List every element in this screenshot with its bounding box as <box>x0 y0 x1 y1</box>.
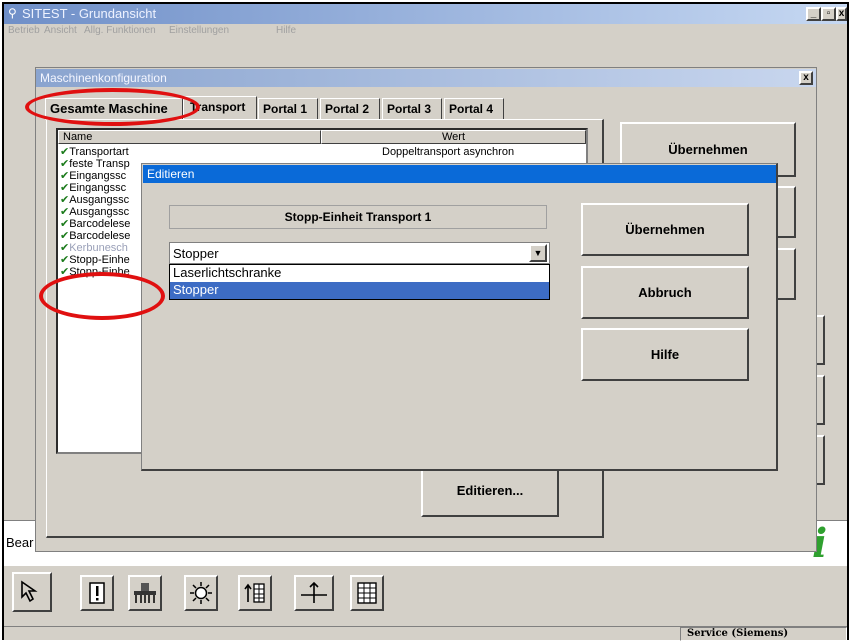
check-icon: ✔ <box>60 242 70 254</box>
table-row[interactable]: ✔Transportart Doppeltransport asynchron <box>60 146 584 158</box>
config-dialog-title-bar: Maschinenkonfiguration x <box>36 69 816 87</box>
close-button[interactable]: x <box>836 7 847 21</box>
field-label: Stopp-Einheit Transport 1 <box>169 205 547 229</box>
check-icon: ✔ <box>60 266 70 278</box>
app-title: SITEST - Grundansicht <box>22 6 157 21</box>
edit-apply-button[interactable]: Übernehmen <box>581 203 749 256</box>
tab-transport[interactable]: Transport <box>183 96 257 120</box>
tab-portal-1[interactable]: Portal 1 <box>258 98 318 120</box>
grid-icon <box>357 582 377 604</box>
list-header: Name Wert <box>58 130 586 144</box>
check-icon: ✔ <box>60 146 70 158</box>
config-tabs: Gesamte Maschine Transport Portal 1 Port… <box>41 96 521 120</box>
pointer-tool[interactable] <box>12 572 52 612</box>
exclamation-icon <box>89 582 105 604</box>
menu-bar: Betrieb Ansicht Allg. Funktionen Einstel… <box>4 24 847 40</box>
edit-help-button[interactable]: Hilfe <box>581 328 749 381</box>
config-close-icon[interactable]: x <box>799 71 813 85</box>
check-icon: ✔ <box>60 218 70 230</box>
check-icon: ✔ <box>60 206 70 218</box>
sun-icon <box>190 582 212 604</box>
minimize-button[interactable]: _ <box>806 7 821 21</box>
menu-item-hilfe[interactable]: Hilfe <box>276 25 296 36</box>
edit-dialog-title-bar: Editieren <box>143 165 776 183</box>
machine-icon <box>134 583 156 603</box>
tab-gesamte-maschine[interactable]: Gesamte Maschine <box>45 98 183 120</box>
maximize-button[interactable]: ▫ <box>821 7 836 21</box>
main-title-bar: ⚲ SITEST - Grundansicht <box>4 4 847 24</box>
dropdown-option-laserlichtschranke[interactable]: Laserlichtschranke <box>170 265 549 282</box>
status-bar: Service (Siemens) <box>4 626 847 641</box>
header-name[interactable]: Name <box>58 130 321 144</box>
grid-tool[interactable] <box>350 575 384 611</box>
dropdown-list: Laserlichtschranke Stopper <box>169 264 550 300</box>
check-icon: ✔ <box>60 182 70 194</box>
stop-unit-select[interactable]: Stopper ▼ <box>169 242 550 264</box>
menu-item-einstellungen[interactable]: Einstellungen <box>169 25 229 36</box>
menu-item-ansicht[interactable]: Ansicht <box>44 25 77 36</box>
check-icon: ✔ <box>60 158 70 170</box>
edit-cancel-button[interactable]: Abbruch <box>581 266 749 319</box>
menu-item-funktionen[interactable]: Allg. Funktionen <box>84 25 156 36</box>
tab-portal-3[interactable]: Portal 3 <box>382 98 442 120</box>
pointer-icon <box>21 580 38 603</box>
check-icon: ✔ <box>60 194 70 206</box>
header-value[interactable]: Wert <box>321 130 586 144</box>
status-user: Service (Siemens) <box>680 627 847 641</box>
feeder-icon <box>244 583 265 603</box>
menu-item-betrieb[interactable]: Betrieb <box>8 25 40 36</box>
dropdown-option-stopper[interactable]: Stopper <box>170 282 549 299</box>
app-icon: ⚲ <box>8 6 17 20</box>
edit-button[interactable]: Editieren... <box>421 465 559 517</box>
machine-tool[interactable] <box>128 575 162 611</box>
feeder-tool[interactable] <box>238 575 272 611</box>
tab-portal-2[interactable]: Portal 2 <box>320 98 380 120</box>
edit-dialog-title: Editieren <box>147 167 195 181</box>
axis-tool[interactable] <box>294 575 334 611</box>
axis-icon <box>301 581 327 603</box>
check-icon: ✔ <box>60 170 70 182</box>
settings-tool[interactable] <box>184 575 218 611</box>
check-icon: ✔ <box>60 254 70 266</box>
select-value: Stopper <box>173 246 219 261</box>
left-label: Bear <box>6 535 34 550</box>
tab-portal-4[interactable]: Portal 4 <box>444 98 504 120</box>
check-icon: ✔ <box>60 230 70 242</box>
config-dialog-title: Maschinenkonfiguration <box>40 71 167 85</box>
alarm-tool[interactable] <box>80 575 114 611</box>
dropdown-arrow-icon[interactable]: ▼ <box>529 244 547 262</box>
